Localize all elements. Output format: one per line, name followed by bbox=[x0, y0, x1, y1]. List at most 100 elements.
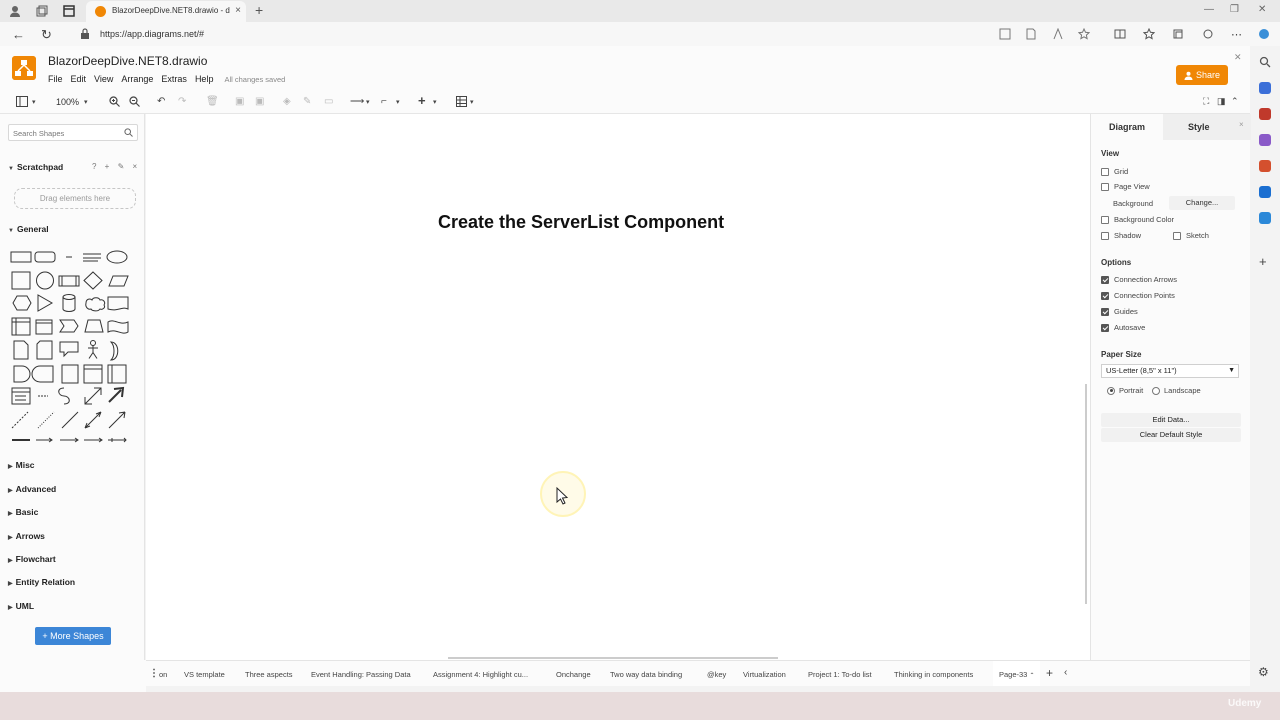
search-icon[interactable] bbox=[1259, 56, 1271, 68]
display-shape[interactable] bbox=[31, 365, 54, 383]
flowchart-header[interactable]: ▶ Flowchart bbox=[8, 554, 56, 564]
redo-icon[interactable]: ↷ bbox=[178, 96, 186, 107]
refresh-icon[interactable]: ↻ bbox=[41, 27, 52, 43]
curve-shape[interactable] bbox=[58, 387, 70, 405]
connection-chevron-icon[interactable]: ▾ bbox=[366, 98, 370, 106]
read-aloud-icon[interactable] bbox=[1025, 28, 1037, 40]
dashed-line-shape[interactable] bbox=[11, 411, 29, 429]
dotted-line-shape[interactable] bbox=[37, 411, 55, 429]
checkbox-icon[interactable] bbox=[1173, 231, 1181, 240]
shopping-tag-icon[interactable] bbox=[1259, 82, 1271, 94]
ellipse-shape[interactable] bbox=[106, 250, 128, 264]
connection-icon[interactable]: ⟶ bbox=[350, 96, 364, 107]
card-shape[interactable] bbox=[36, 340, 53, 360]
scratchpad-header[interactable]: ▼ Scratchpad bbox=[8, 162, 63, 172]
connector-arrow-3-shape[interactable] bbox=[84, 437, 103, 443]
menu-arrange[interactable]: Arrange bbox=[121, 74, 153, 84]
fill-color-icon[interactable]: ◈ bbox=[283, 96, 291, 107]
page-view-checkbox[interactable]: Page View bbox=[1101, 182, 1150, 191]
entity-relation-header[interactable]: ▶ Entity Relation bbox=[8, 577, 75, 587]
menu-edit[interactable]: Edit bbox=[71, 74, 87, 84]
landscape-radio[interactable]: Landscape bbox=[1152, 386, 1201, 395]
restore-icon[interactable]: ❐ bbox=[1230, 4, 1239, 15]
horizontal-scrollbar[interactable] bbox=[448, 657, 778, 659]
collapse-icon[interactable]: ⌃ bbox=[1231, 96, 1239, 107]
waypoints-chevron-icon[interactable]: ▾ bbox=[396, 98, 400, 106]
header-close-icon[interactable]: ✕ bbox=[1234, 52, 1242, 63]
add-sidebar-app-icon[interactable]: + bbox=[1259, 254, 1267, 269]
change-background-button[interactable]: Change... bbox=[1169, 196, 1235, 210]
bidirectional-connector-shape[interactable] bbox=[84, 411, 102, 429]
tab-style[interactable]: Style bbox=[1188, 122, 1210, 132]
window-close-icon[interactable]: ✕ bbox=[1258, 4, 1266, 15]
browser-tab[interactable]: BlazorDeepDive.NET8.drawio - d × bbox=[86, 1, 246, 22]
diamond-shape[interactable] bbox=[83, 271, 103, 290]
line-shape[interactable] bbox=[61, 411, 79, 429]
insert-chevron-icon[interactable]: ▾ bbox=[433, 98, 437, 106]
connector-arrow-shape[interactable] bbox=[36, 437, 53, 443]
arrows-header[interactable]: ▶ Arrows bbox=[8, 531, 45, 541]
radio-selected-icon[interactable] bbox=[1107, 386, 1115, 395]
page-tab[interactable]: VS template bbox=[184, 670, 225, 679]
autosave-checkbox[interactable]: Autosave bbox=[1101, 323, 1145, 332]
page-tab[interactable]: Assignment 4: Highlight cu... bbox=[433, 670, 528, 679]
paper-size-select[interactable]: US-Letter (8,5" x 11") ▼ bbox=[1101, 364, 1239, 378]
step-shape[interactable] bbox=[59, 319, 79, 333]
page-tab[interactable]: Three aspects bbox=[245, 670, 293, 679]
to-back-icon[interactable]: ▣ bbox=[255, 96, 264, 107]
parallelogram-shape[interactable] bbox=[108, 275, 129, 287]
diagram-canvas[interactable]: Create the ServerList Component bbox=[146, 114, 1090, 660]
fullscreen-icon[interactable]: ⛶ bbox=[1203, 96, 1209, 107]
advanced-header[interactable]: ▶ Advanced bbox=[8, 484, 56, 494]
vertical-swimlane-shape[interactable] bbox=[107, 364, 127, 384]
connection-points-checkbox[interactable]: Connection Points bbox=[1101, 291, 1175, 300]
misc-header[interactable]: ▶ Misc bbox=[8, 460, 35, 470]
zoom-level[interactable]: 100% bbox=[56, 97, 79, 107]
page-tab[interactable]: @key bbox=[707, 670, 726, 679]
container-shape[interactable] bbox=[61, 364, 79, 384]
grid-checkbox[interactable]: Grid bbox=[1101, 167, 1128, 176]
outlook-icon[interactable] bbox=[1259, 186, 1271, 198]
checkbox-icon[interactable] bbox=[1101, 167, 1109, 176]
checkbox-checked-icon[interactable] bbox=[1101, 291, 1109, 300]
shadow-icon[interactable]: ▭ bbox=[324, 96, 333, 107]
checkbox-icon[interactable] bbox=[1101, 231, 1109, 240]
document-shape[interactable] bbox=[107, 296, 129, 311]
format-panel-icon[interactable] bbox=[16, 96, 28, 107]
connection-arrows-checkbox[interactable]: Connection Arrows bbox=[1101, 275, 1177, 284]
page-tab[interactable]: Thinking in components bbox=[894, 670, 973, 679]
copilot-icon[interactable] bbox=[1258, 28, 1270, 40]
favorite-star-icon[interactable] bbox=[1078, 28, 1090, 40]
triangle-shape[interactable] bbox=[37, 294, 54, 312]
tab-actions-icon[interactable] bbox=[62, 4, 76, 18]
more-menu-icon[interactable]: ⋯ bbox=[1231, 28, 1242, 41]
page-tab[interactable]: on bbox=[159, 670, 167, 679]
scratchpad-controls[interactable]: ? + ✎ × bbox=[92, 162, 140, 171]
drop-icon[interactable] bbox=[1259, 212, 1271, 224]
panel-toggle-icon[interactable]: ◨ bbox=[1217, 96, 1226, 107]
circle-shape[interactable] bbox=[36, 271, 54, 290]
directional-connector-shape[interactable] bbox=[108, 411, 126, 429]
tab-close-icon[interactable]: × bbox=[235, 5, 241, 16]
page-tab[interactable]: Project 1: To-do list bbox=[808, 670, 872, 679]
shadow-checkbox[interactable]: Shadow bbox=[1101, 231, 1141, 240]
settings-gear-icon[interactable]: ⚙ bbox=[1258, 665, 1269, 679]
swimlane-shape[interactable] bbox=[83, 364, 103, 384]
cube-shape[interactable] bbox=[35, 319, 53, 335]
edit-data-button[interactable]: Edit Data... bbox=[1101, 413, 1241, 427]
tab-diagram[interactable]: Diagram bbox=[1109, 122, 1145, 132]
page-tab-active[interactable]: Page-33 ⌃ bbox=[993, 661, 1041, 686]
line-color-icon[interactable]: ✎ bbox=[303, 96, 311, 107]
zoom-chevron-down-icon[interactable]: ▾ bbox=[84, 98, 88, 106]
actor-shape[interactable] bbox=[90, 340, 96, 346]
hexagon-shape[interactable] bbox=[12, 295, 32, 311]
table-icon[interactable] bbox=[456, 96, 467, 107]
diagram-text-label[interactable]: Create the ServerList Component bbox=[438, 212, 724, 233]
arrow-shape[interactable] bbox=[108, 386, 125, 403]
share-button[interactable]: Share bbox=[1176, 65, 1228, 85]
scratchpad-dropzone[interactable]: Drag elements here bbox=[14, 188, 136, 209]
page-chevron-icon[interactable]: ⌃ bbox=[1029, 673, 1034, 679]
page-tab[interactable]: Virtualization bbox=[743, 670, 786, 679]
games-icon[interactable] bbox=[1259, 134, 1271, 146]
portrait-radio[interactable]: Portrait bbox=[1107, 386, 1143, 395]
